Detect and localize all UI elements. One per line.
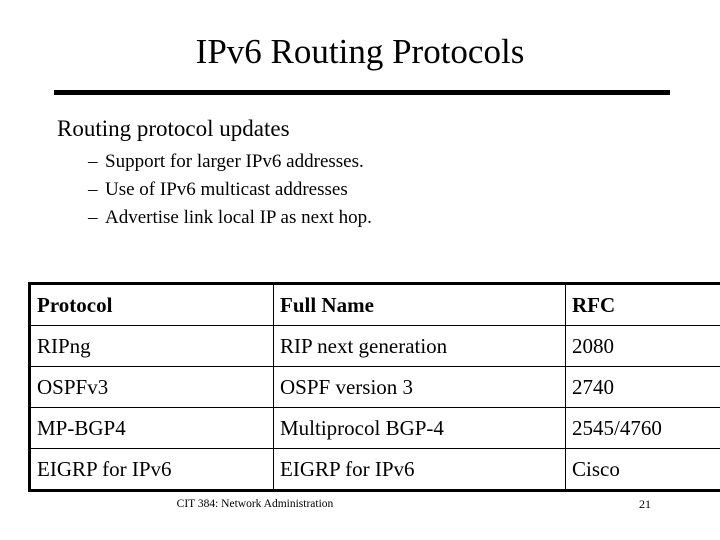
table-header-row: Protocol Full Name RFC [29,283,720,326]
cell-full-name: OSPF version 3 [273,366,566,408]
table-row: EIGRP for IPv6 EIGRP for IPv6 Cisco [29,448,720,491]
dash-icon: – [88,151,98,172]
cell-protocol: EIGRP for IPv6 [29,448,274,491]
slide-number: 21 [639,497,651,511]
list-item-label: Use of IPv6 multicast addresses [105,179,348,200]
list-item: – Support for larger IPv6 addresses. [88,148,720,176]
protocol-table: Protocol Full Name RFC RIPng RIP next ge… [28,282,720,492]
column-header-protocol: Protocol [29,283,274,326]
list-item: – Use of IPv6 multicast addresses [88,176,720,204]
title-divider [54,90,670,95]
slide-body: Routing protocol updates – Support for l… [0,113,720,232]
cell-rfc: 2545/4760 [565,407,720,449]
cell-rfc: 2740 [565,366,720,408]
cell-full-name: Multiprocol BGP-4 [273,407,566,449]
footer-course-label: CIT 384: Network Administration [176,498,334,510]
column-header-full-name: Full Name [273,283,566,326]
cell-full-name: RIP next generation [273,325,566,367]
table-row: RIPng RIP next generation 2080 [29,325,720,367]
table-row: MP-BGP4 Multiprocol BGP-4 2545/4760 [29,407,720,449]
dash-icon: – [88,179,98,200]
dash-icon: – [88,207,98,228]
list-item-label: Advertise link local IP as next hop. [105,207,372,228]
list-item-label: Support for larger IPv6 addresses. [105,151,364,172]
column-header-rfc: RFC [565,283,720,326]
list-item: – Advertise link local IP as next hop. [88,204,720,232]
cell-protocol: OSPFv3 [29,366,274,408]
sub-bullet-list: – Support for larger IPv6 addresses. – U… [0,148,720,232]
cell-full-name: EIGRP for IPv6 [273,448,566,491]
cell-protocol: RIPng [29,325,274,367]
cell-rfc: 2080 [565,325,720,367]
table-row: OSPFv3 OSPF version 3 2740 [29,366,720,408]
cell-rfc: Cisco [565,448,720,491]
page-title: IPv6 Routing Protocols [195,32,525,71]
bullet-heading: Routing protocol updates [57,116,290,141]
cell-protocol: MP-BGP4 [29,407,274,449]
